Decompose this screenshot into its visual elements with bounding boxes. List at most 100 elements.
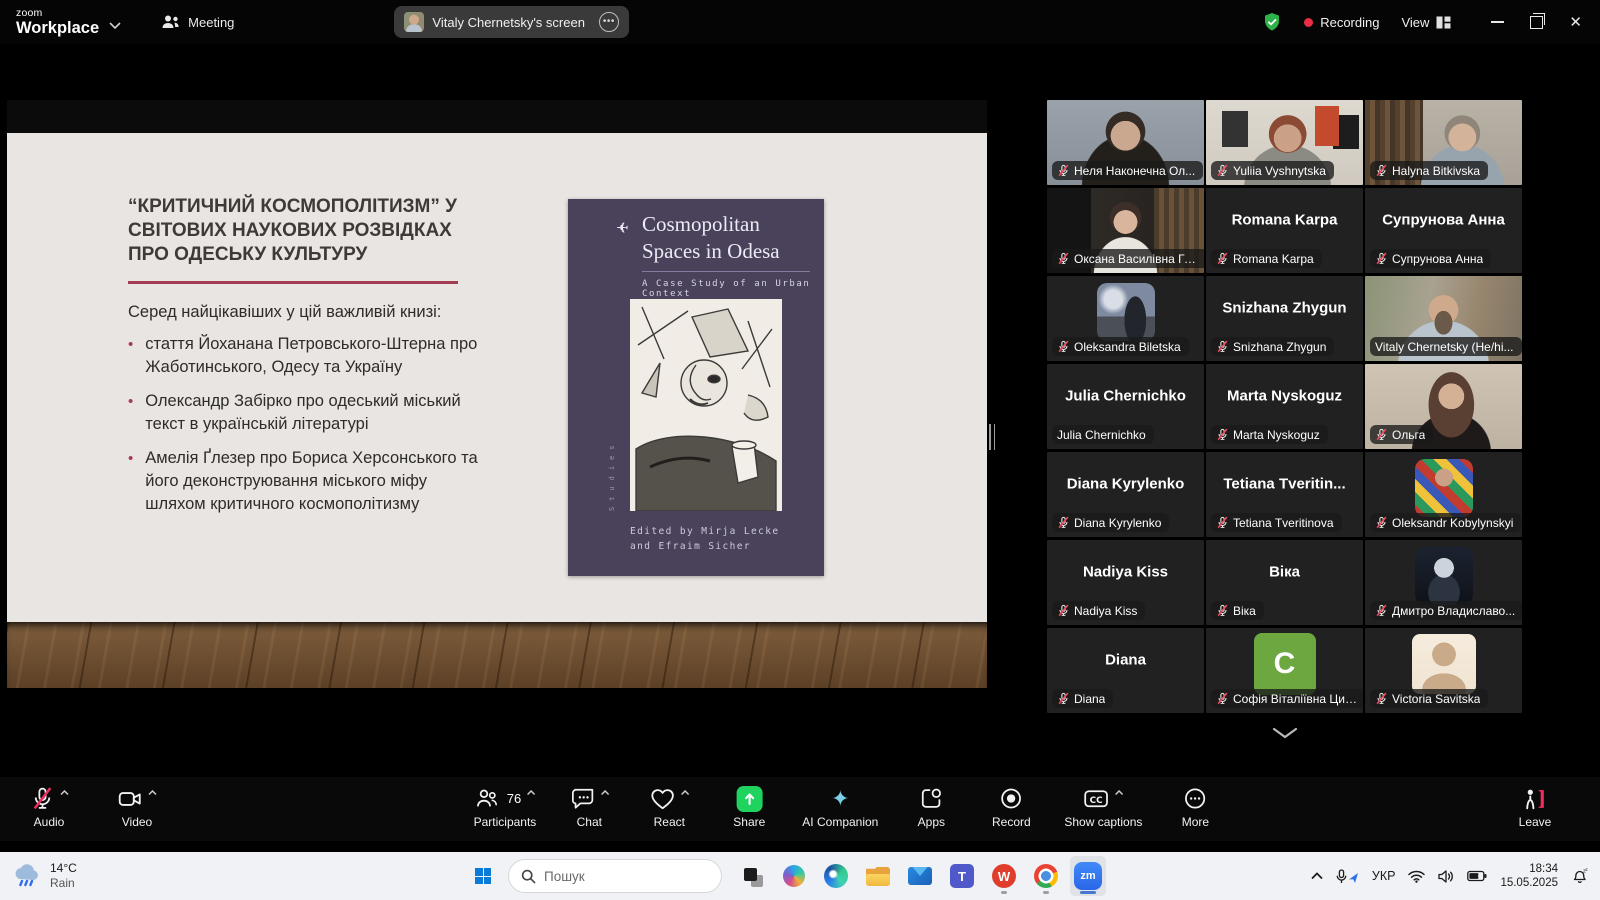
task-view-icon (744, 868, 761, 885)
mic-muted-icon (30, 786, 55, 811)
participant-tile[interactable]: Victoria Savitska (1365, 628, 1522, 713)
chevron-up-icon[interactable] (1115, 790, 1124, 796)
tab-meeting[interactable]: Meeting (161, 14, 234, 30)
participant-name-label: Nadiya Kiss (1052, 601, 1145, 620)
participant-tile[interactable]: Oleksandr Kobylynskyi (1365, 452, 1522, 537)
chevron-up-icon[interactable] (600, 790, 609, 796)
recording-indicator[interactable]: Recording (1304, 15, 1379, 30)
toolbar-left-group: Audio Video (22, 785, 164, 829)
muted-mic-icon (1216, 164, 1229, 177)
gallery-scroll-down-button[interactable] (1047, 722, 1522, 744)
wifi-icon[interactable] (1408, 870, 1425, 883)
tray-language[interactable]: УКР (1372, 869, 1396, 883)
window-minimize-button[interactable] (1491, 21, 1504, 23)
participant-tile[interactable]: ВікаВіка (1206, 540, 1363, 625)
notification-bell-icon[interactable]: zz (1571, 868, 1588, 884)
ai-label: AI Companion (802, 815, 878, 829)
participant-tile[interactable]: CСофія Віталіївна Циб... (1206, 628, 1363, 713)
taskbar-app-mail[interactable] (902, 856, 938, 896)
taskbar-app-task-view[interactable] (734, 856, 770, 896)
book-subtitle: A Case Study of an Urban Context (642, 279, 824, 299)
participant-name-label: Marta Nyskoguz (1211, 425, 1328, 444)
book-credits: Edited by Mirja Lecke and Efraim Sicher (630, 524, 780, 554)
taskbar-app-file-explorer[interactable] (860, 856, 896, 896)
participant-name-label: Oleksandr Kobylynskyi (1370, 513, 1521, 532)
security-shield-icon[interactable] (1262, 12, 1282, 32)
participant-tile[interactable]: Оксана Василівна Га... (1047, 188, 1204, 273)
participant-tile[interactable]: Ольга (1365, 364, 1522, 449)
muted-mic-icon (1216, 252, 1229, 265)
chevron-up-icon[interactable] (526, 790, 535, 796)
share-button[interactable]: Share (722, 785, 776, 829)
muted-mic-icon (1057, 252, 1070, 265)
participant-tile[interactable]: Vitaly Chernetsky (He/hi... (1365, 276, 1522, 361)
participant-tile[interactable]: Halyna Bitkivska (1365, 100, 1522, 185)
start-button[interactable] (466, 859, 500, 893)
ai-button[interactable]: ✦✦ AI Companion (802, 785, 878, 829)
participant-tile[interactable]: Tetiana Tveritin...Tetiana Tveritinova (1206, 452, 1363, 537)
ai-companion-icon: ✦✦ (831, 788, 849, 810)
zoom-workplace-logo: zoom Workplace (16, 8, 99, 36)
taskbar-search[interactable]: Пошук (508, 859, 722, 893)
participant-tile[interactable]: Супрунова АннаСупрунова Анна (1365, 188, 1522, 273)
participant-tile[interactable]: DianaDiana (1047, 628, 1204, 713)
rain-cloud-icon (12, 863, 42, 889)
leave-button[interactable]: Leave (1508, 785, 1562, 829)
window-close-button[interactable]: ✕ (1569, 15, 1582, 30)
search-highlight-image[interactable] (676, 861, 720, 891)
participant-tile[interactable]: Julia ChernichkoJulia Chernichko (1047, 364, 1204, 449)
audio-button[interactable]: Audio (22, 785, 76, 829)
participant-tile[interactable]: Yuliia Vyshnytska (1206, 100, 1363, 185)
participant-tile[interactable]: Marta NyskoguzMarta Nyskoguz (1206, 364, 1363, 449)
more-icon (1183, 786, 1208, 811)
participant-name-label: Oleksandra Biletska (1052, 337, 1189, 356)
pane-resize-handle[interactable] (989, 424, 997, 450)
apps-button[interactable]: Apps (904, 785, 958, 829)
slide-bullet: •Олександр Забірко про одеський міський … (128, 390, 488, 436)
view-label: View (1401, 15, 1429, 30)
participant-tile[interactable]: Неля Наконечна Ол... (1047, 100, 1204, 185)
tray-clock[interactable]: 18:34 15.05.2025 (1500, 862, 1558, 890)
participant-display-name: Diana (1047, 652, 1204, 669)
view-button[interactable]: View (1401, 15, 1451, 30)
chat-button[interactable]: Chat (562, 785, 616, 829)
chevron-up-icon[interactable] (680, 790, 689, 796)
search-placeholder: Пошук (544, 869, 668, 884)
taskbar-app-wps-office[interactable]: W (986, 856, 1022, 896)
tab-options-ellipsis-icon[interactable]: ••• (599, 12, 619, 32)
taskbar-app-teams[interactable]: T (944, 856, 980, 896)
participant-name-label: Супрунова Анна (1370, 249, 1491, 268)
svg-text:CC: CC (1090, 796, 1103, 806)
leave-label: Leave (1519, 815, 1552, 829)
taskbar-app-chrome[interactable] (1028, 856, 1064, 896)
participant-tile[interactable]: Snizhana ZhygunSnizhana Zhygun (1206, 276, 1363, 361)
window-restore-button[interactable] (1530, 16, 1543, 29)
participant-tile[interactable]: Romana KarpaRomana Karpa (1206, 188, 1363, 273)
video-button[interactable]: Video (110, 785, 164, 829)
chevron-up-icon[interactable] (60, 790, 69, 796)
react-button[interactable]: React (642, 785, 696, 829)
volume-icon[interactable] (1438, 870, 1454, 883)
audio-label: Audio (34, 815, 65, 829)
participant-tile[interactable]: Diana KyrylenkoDiana Kyrylenko (1047, 452, 1204, 537)
tab-screen-share[interactable]: Vitaly Chernetsky's screen ••• (394, 6, 629, 38)
chevron-up-icon[interactable] (148, 790, 157, 796)
taskbar-app-edge[interactable] (818, 856, 854, 896)
record-button[interactable]: Record (984, 785, 1038, 829)
participant-tile[interactable]: Oleksandra Biletska (1047, 276, 1204, 361)
taskbar-weather-widget[interactable]: 14°C Rain (12, 861, 142, 891)
workspace-chevron-down-icon[interactable] (109, 22, 121, 29)
participant-tile[interactable]: Дмитро Владиславо... (1365, 540, 1522, 625)
participant-name-label: Віка (1211, 601, 1264, 620)
taskbar-app-copilot[interactable] (776, 856, 812, 896)
toolbar-leave-group: Leave (1508, 785, 1562, 829)
battery-icon[interactable] (1467, 870, 1487, 882)
participants-button[interactable]: 76Participants (474, 785, 537, 829)
captions-button[interactable]: CCShow captions (1064, 785, 1142, 829)
tray-chevron-up-icon[interactable] (1311, 872, 1323, 880)
taskbar-app-zoom[interactable]: zm (1070, 856, 1106, 896)
muted-mic-icon (1057, 516, 1070, 529)
tray-mic-location-icon[interactable] (1336, 869, 1359, 884)
participant-tile[interactable]: Nadiya KissNadiya Kiss (1047, 540, 1204, 625)
more-button[interactable]: More (1168, 785, 1222, 829)
